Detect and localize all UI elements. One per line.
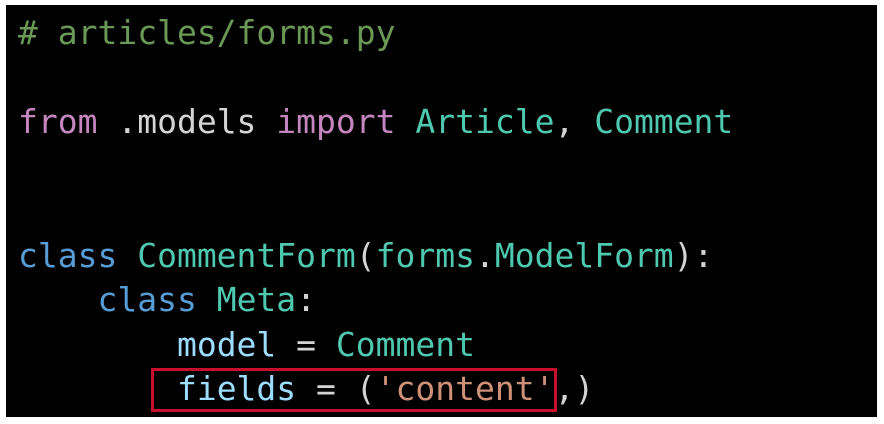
commentform-class-name: CommentForm <box>117 236 356 275</box>
meta-class-keyword: class <box>97 280 197 319</box>
import-keyword: import <box>276 102 396 141</box>
comment-class: Comment <box>594 102 734 141</box>
paren-close: ): <box>673 236 714 275</box>
class-keyword: class <box>18 236 118 275</box>
code-line-5: model = Comment <box>18 323 475 367</box>
model-value: Comment <box>335 325 475 364</box>
comma-separator: , <box>554 102 595 141</box>
modelform-base: ModelForm <box>494 236 674 275</box>
code-line-4: class Meta: <box>18 278 316 322</box>
model-attribute: model <box>176 325 277 364</box>
highlight-box <box>151 368 557 412</box>
code-line-2: from .models import Article, Comment <box>18 100 733 144</box>
article-class: Article <box>395 102 555 141</box>
from-keyword: from <box>18 102 98 141</box>
paren-open: ( <box>355 236 376 275</box>
assign-operator: = <box>276 325 336 364</box>
module-name: .models <box>97 102 277 141</box>
code-line-3: class CommentForm(forms.ModelForm): <box>18 234 713 278</box>
colon: : <box>296 280 317 319</box>
code-line-1: # articles/forms.py <box>18 11 396 55</box>
dot: . <box>474 236 495 275</box>
file-path-comment: # articles/forms.py <box>18 13 396 52</box>
code-editor: # articles/forms.py from .models import … <box>6 5 877 417</box>
forms-module: forms <box>375 236 475 275</box>
meta-class-name: Meta <box>196 280 297 319</box>
tuple-close: ,) <box>554 369 595 408</box>
